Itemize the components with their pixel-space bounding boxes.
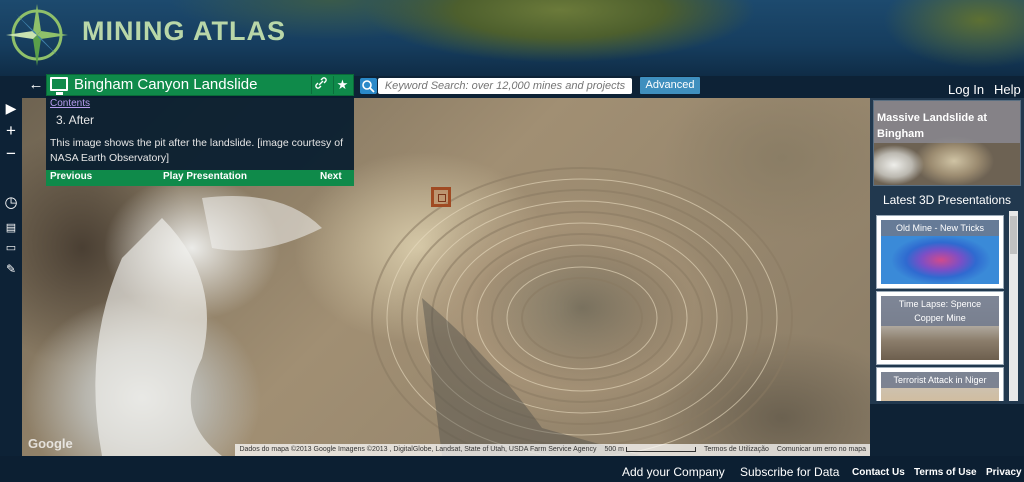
previous-button[interactable]: Previous — [50, 171, 92, 182]
subscribe-link[interactable]: Subscribe for Data — [740, 465, 839, 479]
featured-thumbnail — [874, 145, 934, 185]
play-icon[interactable]: ▶ — [3, 100, 19, 116]
latest-presentations-list: Old Mine - New Tricks Time Lapse: Spence… — [873, 211, 1007, 401]
document-icon[interactable]: ▤ — [3, 220, 19, 236]
app-root: MINING ATLAS ← Bingham Canyon Landslide … — [0, 0, 1024, 482]
star-icon[interactable]: ★ — [333, 76, 351, 94]
privacy-link[interactable]: Privacy — [986, 467, 1022, 478]
folder-icon[interactable]: ▭ — [3, 240, 19, 256]
step-description: This image shows the pit after the lands… — [50, 137, 343, 164]
contents-link[interactable]: Contents — [50, 98, 90, 109]
left-tool-rail: ▶ + − ◷ ▤ ▭ ✎ — [0, 98, 22, 456]
map-attribution-text: Dados do mapa ©2013 Google Imagens ©2013… — [239, 446, 597, 453]
card-title: Old Mine - New Tricks — [881, 220, 999, 236]
featured-presentation-card[interactable]: Massive Landslide at Bingham — [873, 100, 1021, 186]
report-map-error-link[interactable]: Comunicar um erro no mapa — [773, 444, 870, 456]
logo-text[interactable]: MINING ATLAS — [82, 16, 286, 47]
terms-of-use-link[interactable]: Terms of Use — [914, 467, 977, 478]
google-watermark: Google — [28, 436, 73, 451]
location-marker-icon[interactable] — [431, 187, 451, 207]
scale-indicator: 500 m — [600, 444, 699, 456]
help-link[interactable]: Help — [994, 82, 1021, 97]
map-attribution-bar: Dados do mapa ©2013 Google Imagens ©2013… — [235, 444, 870, 456]
latest-presentations-header: Latest 3D Presentations — [873, 191, 1021, 209]
add-company-link[interactable]: Add your Company — [622, 465, 725, 479]
presentation-card[interactable]: Time Lapse: Spence Copper Mine — [876, 291, 1004, 365]
step-title: 3. After — [56, 113, 95, 127]
presentation-title-bar: Bingham Canyon Landslide ★ — [46, 74, 354, 96]
presentation-title: Bingham Canyon Landslide — [74, 76, 258, 93]
header-banner: MINING ATLAS — [0, 0, 1024, 76]
presentation-card[interactable]: Terrorist Attack in Niger — [876, 367, 1004, 401]
terms-of-use-map-link[interactable]: Termos de Utilização — [700, 444, 773, 456]
login-link[interactable]: Log In — [948, 82, 984, 97]
search-icon[interactable] — [360, 78, 377, 94]
scale-label: 500 m — [604, 446, 624, 453]
presentation-card[interactable]: Old Mine - New Tricks — [876, 215, 1004, 289]
back-arrow-icon[interactable]: ← — [26, 76, 46, 96]
clock-icon[interactable]: ◷ — [3, 195, 19, 211]
featured-title: Massive Landslide at Bingham — [874, 101, 1020, 143]
zoom-in-icon[interactable]: + — [3, 122, 19, 139]
monitor-icon — [50, 77, 68, 95]
card-title: Time Lapse: Spence Copper Mine — [881, 296, 999, 326]
keyword-search-input[interactable] — [378, 78, 632, 94]
zoom-out-icon[interactable]: − — [3, 145, 19, 162]
link-icon[interactable] — [311, 76, 329, 94]
list-scrollbar-thumb[interactable] — [1010, 216, 1017, 254]
next-button[interactable]: Next — [320, 171, 342, 182]
compass-logo-icon[interactable] — [4, 2, 70, 68]
right-side-panel: Massive Landslide at Bingham Latest 3D P… — [870, 98, 1024, 404]
contact-us-link[interactable]: Contact Us — [852, 467, 905, 478]
pencil-icon[interactable]: ✎ — [3, 261, 19, 277]
advanced-search-button[interactable]: Advanced — [640, 77, 700, 94]
presentation-nav-bar: Previous Play Presentation Next — [46, 170, 354, 186]
play-presentation-button[interactable]: Play Presentation — [163, 171, 247, 182]
card-title: Terrorist Attack in Niger — [881, 372, 999, 388]
scale-bar — [625, 446, 696, 452]
